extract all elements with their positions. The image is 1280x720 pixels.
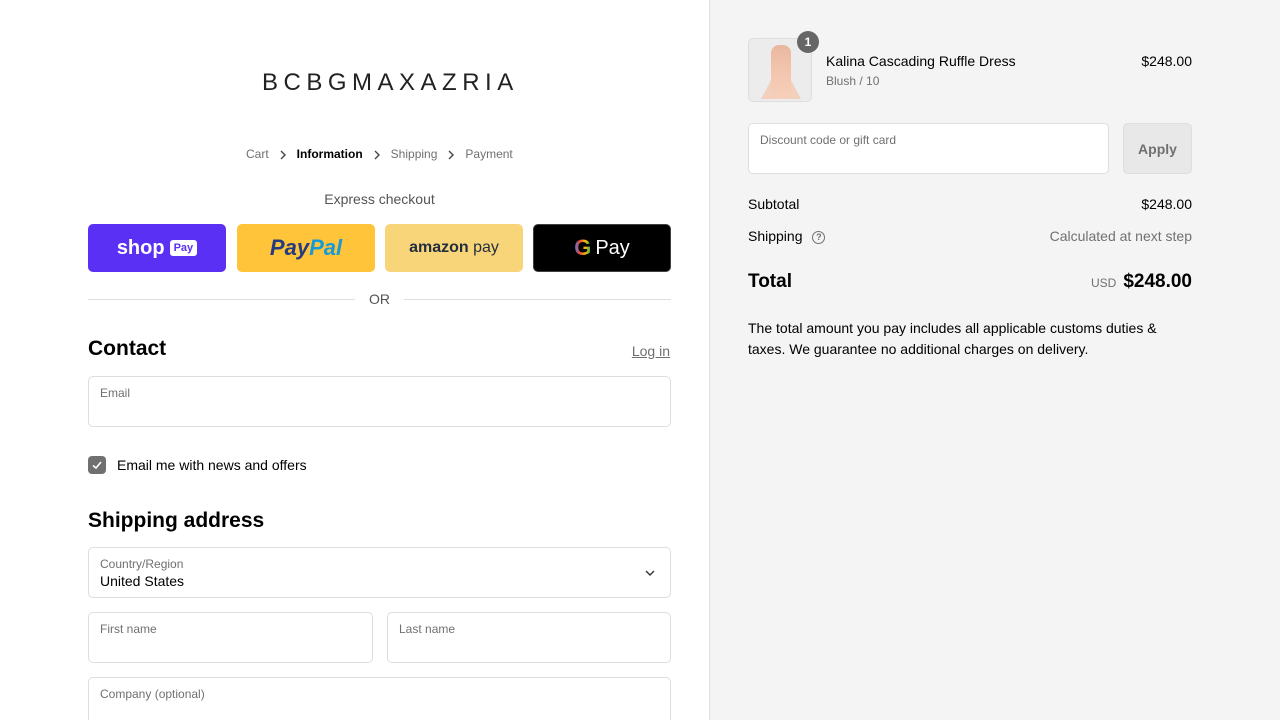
breadcrumb: Cart Information Shipping Payment: [246, 146, 513, 162]
subtotal-label: Subtotal: [748, 196, 800, 212]
company-field[interactable]: Company (optional): [88, 677, 671, 720]
order-summary-panel: [710, 0, 1280, 720]
newsletter-option[interactable]: Email me with news and offers: [88, 456, 307, 474]
shipping-row: Shipping ? Calculated at next step: [748, 228, 1192, 244]
total-value: $248.00: [1123, 271, 1192, 292]
total-row: Total USD $248.00: [748, 271, 1192, 293]
checkout-main-panel: BCBGMAXAZRIA Cart Information Shipping P…: [0, 0, 710, 720]
subtotal-row: Subtotal $248.00: [748, 196, 1192, 212]
dress-image-body: [771, 45, 791, 99]
currency-code: USD: [1090, 276, 1117, 290]
express-checkout-title: Express checkout: [324, 191, 435, 207]
country-label: Country/Region: [100, 557, 184, 571]
last-name-label: Last name: [399, 622, 456, 636]
last-name-field[interactable]: Last name: [387, 612, 671, 663]
paypal-wordmark-part1: Pay: [269, 235, 310, 260]
amazon-pay-button[interactable]: amazon pay: [385, 224, 523, 272]
shipping-label-wrap: Shipping ?: [748, 228, 826, 244]
breadcrumb-cart[interactable]: Cart: [246, 147, 269, 161]
first-name-field[interactable]: First name: [88, 612, 373, 663]
google-pay-button[interactable]: G Pay: [533, 224, 671, 272]
check-icon: [92, 461, 102, 470]
paypal-wordmark-part2: Pal: [309, 235, 343, 260]
amazon-wordmark: amazon: [409, 239, 469, 256]
brand-logo[interactable]: BCBGMAXAZRIA: [262, 69, 513, 97]
company-label: Company (optional): [100, 687, 205, 701]
discount-label: Discount code or gift card: [760, 133, 897, 147]
first-name-label: First name: [100, 622, 157, 636]
breadcrumb-information: Information: [296, 147, 363, 161]
product-variant: Blush / 10: [826, 74, 880, 88]
product-name: Kalina Cascading Ruffle Dress: [826, 53, 1016, 69]
total-amount-group: USD $248.00: [1091, 271, 1192, 293]
shop-pay-button[interactable]: shop Pay: [88, 224, 226, 272]
chevron-right-icon: [363, 147, 391, 161]
shop-pay-chip: Pay: [169, 240, 198, 256]
apply-discount-button[interactable]: Apply: [1123, 123, 1192, 174]
help-icon[interactable]: ?: [812, 230, 826, 244]
chevron-right-icon: [269, 147, 297, 161]
chevron-down-icon: [645, 570, 655, 576]
country-value: United States: [100, 573, 185, 589]
shop-pay-wordmark: shop: [116, 236, 165, 259]
amazon-pay-wordmark: pay: [473, 239, 499, 256]
shipping-value: Calculated at next step: [1049, 228, 1192, 244]
google-g-icon: G: [574, 235, 592, 260]
login-link[interactable]: Log in: [632, 343, 670, 359]
quantity-badge: 1: [797, 31, 819, 53]
or-divider: OR: [88, 291, 671, 307]
shipping-address-heading: Shipping address: [88, 509, 265, 532]
total-label: Total: [748, 271, 792, 292]
breadcrumb-payment: Payment: [465, 147, 513, 161]
paypal-button[interactable]: Pay Pal: [237, 224, 375, 272]
chevron-right-icon: [437, 147, 465, 161]
country-select[interactable]: Country/Region United States: [88, 547, 671, 598]
email-label: Email: [100, 386, 131, 400]
google-pay-wordmark: Pay: [595, 236, 630, 259]
breadcrumb-shipping: Shipping: [390, 147, 438, 161]
email-field[interactable]: Email: [88, 376, 671, 427]
product-price: $248.00: [1141, 53, 1192, 69]
newsletter-label: Email me with news and offers: [117, 457, 307, 473]
shipping-label: Shipping: [748, 228, 803, 244]
divider-line: [88, 298, 355, 300]
newsletter-checkbox[interactable]: [88, 456, 106, 474]
divider-line: [404, 298, 671, 300]
contact-heading: Contact: [88, 337, 167, 360]
discount-code-field[interactable]: Discount code or gift card: [748, 123, 1109, 174]
duties-note: The total amount you pay includes all ap…: [748, 320, 1157, 357]
or-label: OR: [369, 291, 390, 307]
subtotal-value: $248.00: [1141, 196, 1192, 212]
